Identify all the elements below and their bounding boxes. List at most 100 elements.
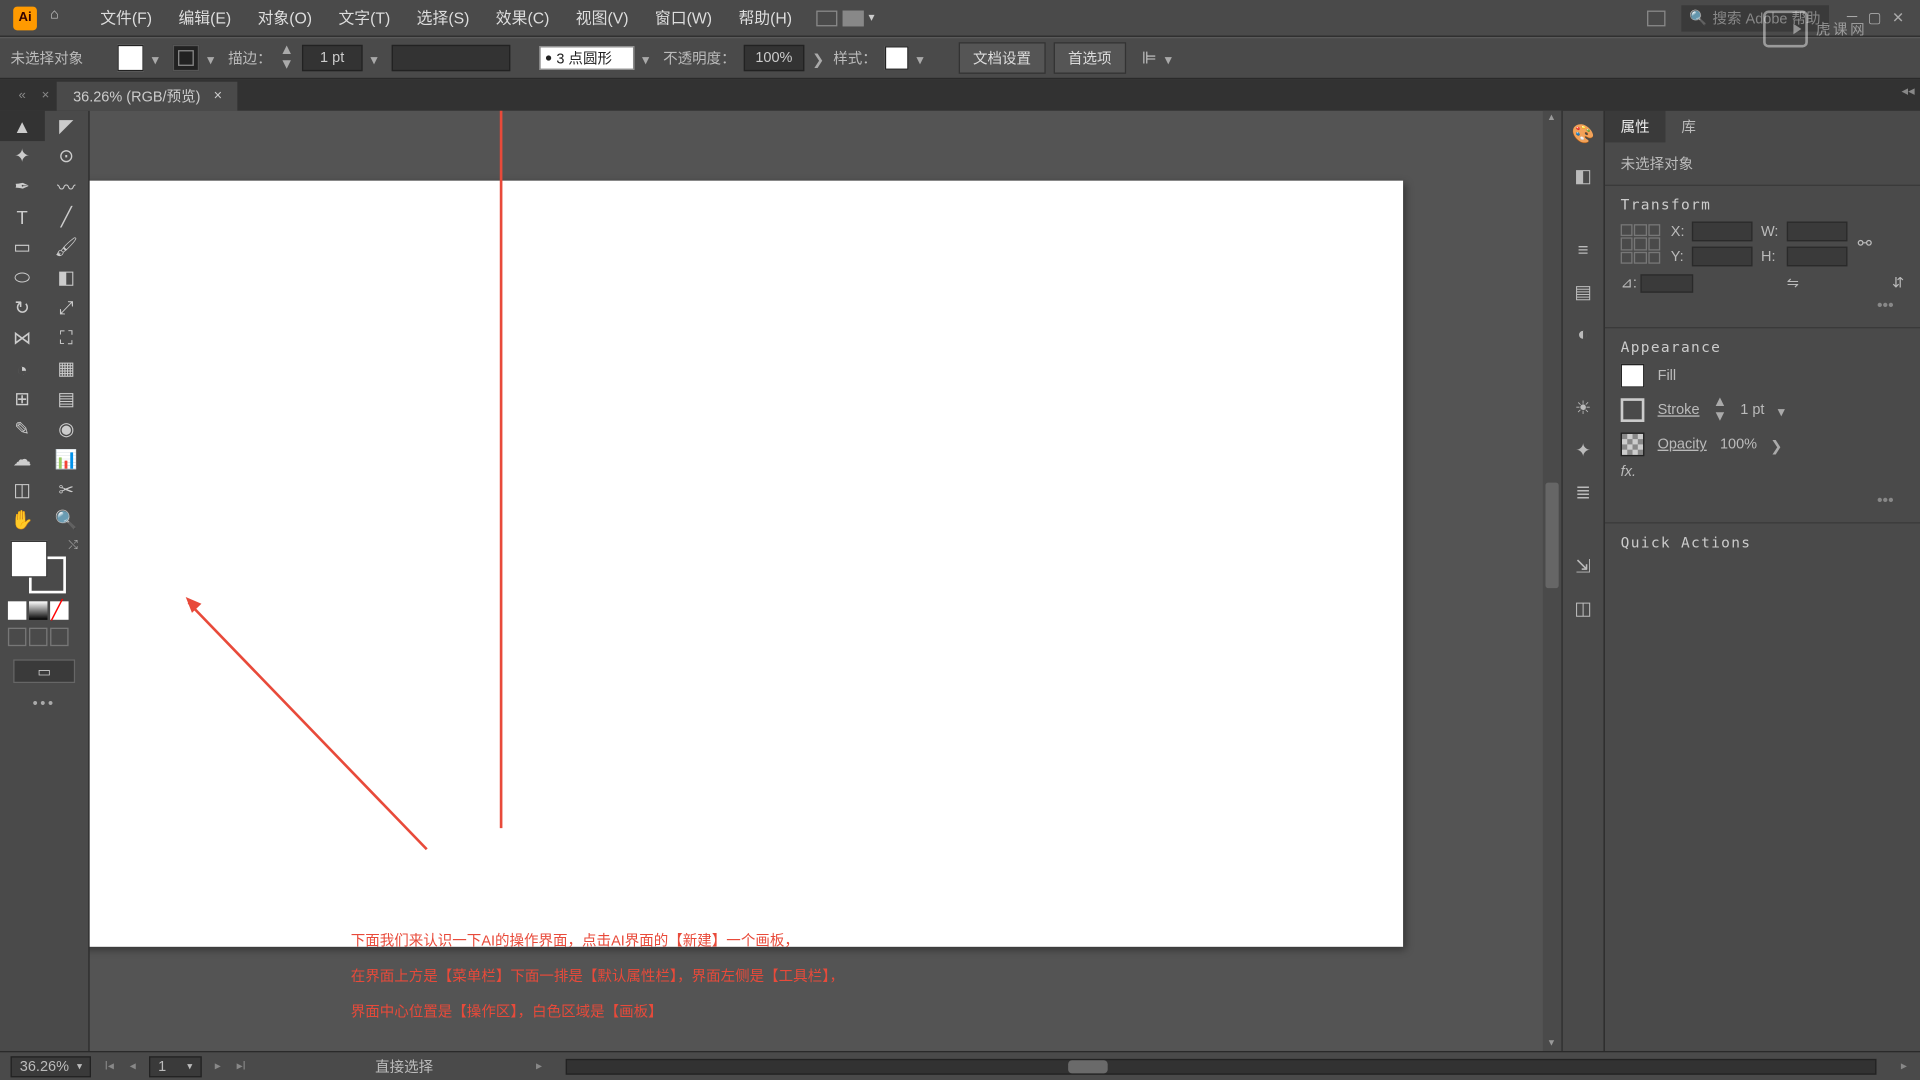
slice-tool[interactable]: ✂: [44, 475, 88, 505]
prev-artboard-icon[interactable]: ◂: [127, 1059, 138, 1074]
arrange-docs-icon[interactable]: [1647, 10, 1665, 26]
zoom-tool[interactable]: 🔍: [44, 505, 88, 535]
stroke-weight-dd[interactable]: ▾: [370, 51, 383, 64]
shaper-tool[interactable]: ⬭: [0, 262, 44, 292]
stroke-stepper[interactable]: ▲▼: [280, 44, 294, 73]
pen-tool[interactable]: ✒: [0, 171, 44, 201]
reference-point-picker[interactable]: [1621, 224, 1661, 264]
document-tab[interactable]: 36.26% (RGB/预览) ×: [57, 82, 238, 111]
brush-dd-icon[interactable]: ▾: [642, 51, 655, 64]
type-tool[interactable]: T: [0, 202, 44, 232]
swatches-panel-icon[interactable]: ◧: [1571, 164, 1595, 188]
tab-properties[interactable]: 属性: [1605, 111, 1666, 143]
edit-toolbar-icon[interactable]: •••: [0, 691, 88, 717]
stroke-color-swatch[interactable]: [1621, 398, 1645, 422]
layers-panel-icon[interactable]: ≣: [1571, 480, 1595, 504]
link-wh-icon[interactable]: ⚯: [1858, 233, 1872, 254]
h-input[interactable]: [1786, 247, 1847, 267]
draw-modes[interactable]: [0, 622, 88, 651]
lasso-tool[interactable]: ⊙: [44, 141, 88, 171]
vertical-scrollbar[interactable]: [1543, 111, 1561, 1051]
color-panel-icon[interactable]: 🎨: [1571, 121, 1595, 145]
shape-builder-tool[interactable]: ◔: [0, 353, 44, 383]
transform-more-icon[interactable]: •••: [1621, 293, 1905, 317]
canvas-area[interactable]: ↖ 下面我们来认识一下AI的操作界面，点击AI界面的【新建】一个画板， 在界面上…: [90, 111, 1562, 1051]
menu-object[interactable]: 对象(O): [244, 1, 325, 34]
fill-swatch[interactable]: [117, 45, 143, 71]
artboard-nav-dd[interactable]: 1▾: [149, 1056, 202, 1077]
eyedropper-tool[interactable]: ✎: [0, 414, 44, 444]
y-input[interactable]: [1692, 247, 1753, 267]
tab-chev-left-icon[interactable]: «: [11, 88, 34, 103]
artboard-tool[interactable]: ◫: [0, 475, 44, 505]
maximize-icon[interactable]: ▢: [1868, 9, 1882, 26]
perspective-tool[interactable]: ▦: [44, 353, 88, 383]
style-dd-icon[interactable]: ▾: [916, 51, 929, 64]
fx-button[interactable]: fx.: [1621, 464, 1636, 480]
direct-selection-tool[interactable]: ◤: [44, 111, 88, 141]
zoom-level-dd[interactable]: 36.26%▾: [11, 1056, 92, 1077]
stroke-weight-stepper[interactable]: ▲▼: [1713, 396, 1727, 425]
menu-select[interactable]: 选择(S): [403, 1, 482, 34]
stroke-weight-input[interactable]: [302, 45, 363, 71]
eraser-tool[interactable]: ◧: [44, 262, 88, 292]
menu-edit[interactable]: 编辑(E): [165, 1, 244, 34]
graphic-styles-icon[interactable]: ✦: [1571, 438, 1595, 462]
x-input[interactable]: [1692, 222, 1753, 242]
opacity-dd-icon[interactable]: ❯: [812, 51, 825, 64]
fill-stroke-control[interactable]: ⤭: [0, 535, 88, 598]
stroke-swatch[interactable]: [173, 45, 199, 71]
magic-wand-tool[interactable]: ✦: [0, 141, 44, 171]
flip-h-icon[interactable]: ⇋: [1787, 274, 1799, 292]
symbol-tool[interactable]: ☁: [0, 444, 44, 474]
stroke-dd-icon[interactable]: ▾: [207, 51, 220, 64]
hand-tool[interactable]: ✋: [0, 505, 44, 535]
angle-input[interactable]: [1641, 274, 1694, 292]
appearance-more-icon[interactable]: •••: [1621, 488, 1905, 512]
menu-effect[interactable]: 效果(C): [483, 1, 563, 34]
swap-fill-stroke-icon[interactable]: ⤭: [68, 538, 77, 553]
free-transform-tool[interactable]: ⛶: [44, 323, 88, 353]
var-width-profile[interactable]: [392, 45, 511, 71]
menu-file[interactable]: 文件(F): [87, 1, 165, 34]
opacity-swatch[interactable]: [1621, 433, 1645, 457]
appearance-panel-icon[interactable]: ☀: [1571, 396, 1595, 420]
menu-window[interactable]: 窗口(W): [642, 1, 726, 34]
curvature-tool[interactable]: 〰: [44, 171, 88, 201]
screen-mode-button[interactable]: ▭: [13, 659, 75, 683]
status-play-icon[interactable]: ▸: [533, 1059, 544, 1074]
prefs-button[interactable]: 首选项: [1053, 42, 1126, 74]
paintbrush-tool[interactable]: 🖌: [44, 232, 88, 262]
menu-type[interactable]: 文字(T): [325, 1, 403, 34]
last-artboard-icon[interactable]: ▸I: [234, 1059, 249, 1074]
menu-view[interactable]: 视图(V): [563, 1, 642, 34]
menu-help[interactable]: 帮助(H): [725, 1, 805, 34]
width-tool[interactable]: ⋈: [0, 323, 44, 353]
selection-tool[interactable]: ▲: [0, 111, 44, 141]
transparency-panel-icon[interactable]: ◐: [1571, 322, 1595, 346]
align-icon[interactable]: ⊫: [1142, 47, 1157, 68]
gradient-panel-icon[interactable]: ▤: [1571, 280, 1595, 304]
stroke-panel-icon[interactable]: ≡: [1571, 237, 1595, 261]
color-mode-swatches[interactable]: ╱: [0, 599, 88, 623]
style-swatch[interactable]: [885, 46, 909, 70]
rotate-tool[interactable]: ↻: [0, 293, 44, 323]
app-icon[interactable]: Ai: [13, 6, 37, 30]
opacity-dd2[interactable]: ❯: [1770, 438, 1783, 451]
brush-def-input[interactable]: 3 点圆形: [539, 46, 634, 70]
flip-v-icon[interactable]: ⇵: [1892, 274, 1904, 292]
doc-setup-button[interactable]: 文档设置: [959, 42, 1046, 74]
align-dd[interactable]: ▾: [1165, 51, 1178, 64]
rectangle-tool[interactable]: ▭: [0, 232, 44, 262]
scale-tool[interactable]: ⤢: [44, 293, 88, 323]
doc-tab-close-icon[interactable]: ×: [214, 88, 222, 104]
horizontal-scrollbar[interactable]: [566, 1058, 1877, 1074]
line-tool[interactable]: ╱: [44, 202, 88, 232]
tab-close-all-icon[interactable]: ×: [34, 88, 58, 103]
w-input[interactable]: [1786, 222, 1847, 242]
workspace-switcher[interactable]: ▾: [816, 10, 875, 26]
panel-expand-icon[interactable]: ◂◂: [1901, 84, 1914, 99]
graph-tool[interactable]: 📊: [44, 444, 88, 474]
fill-dd-icon[interactable]: ▾: [152, 51, 165, 64]
blend-tool[interactable]: ◉: [44, 414, 88, 444]
